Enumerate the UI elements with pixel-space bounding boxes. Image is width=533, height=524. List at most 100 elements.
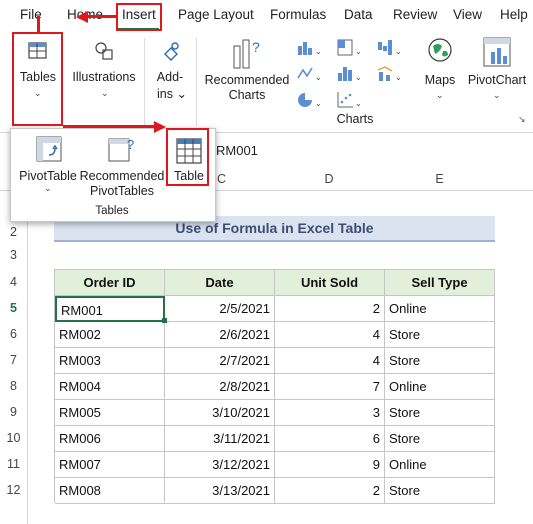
svg-text:?: ? — [252, 39, 260, 55]
table-cell[interactable]: Store — [385, 400, 495, 426]
header-unit-sold[interactable]: Unit Sold — [275, 270, 385, 296]
row-header-12[interactable]: 12 — [0, 477, 27, 503]
addins-label: Add- — [156, 70, 184, 84]
svg-text:⌄: ⌄ — [395, 47, 402, 56]
data-table: Order ID Date Unit Sold Sell Type RM001 … — [54, 269, 495, 504]
recommended-charts-label: Recommended Charts — [204, 73, 290, 102]
table-cell[interactable]: 2 — [275, 296, 385, 322]
recommended-pivottables-button[interactable]: ? Recommended PivotTables — [79, 133, 165, 203]
svg-text:⌄: ⌄ — [355, 99, 362, 108]
table-cell[interactable]: 4 — [275, 348, 385, 374]
pivottable-label: PivotTable — [19, 169, 77, 183]
addins-label-2: ins ⌄ — [157, 87, 187, 101]
waterfall-chart-icon[interactable]: ⌄ — [376, 38, 402, 58]
line-chart-icon[interactable]: ⌄ — [296, 64, 322, 84]
table-cell[interactable]: Online — [385, 374, 495, 400]
column-header-d[interactable]: D — [274, 168, 384, 190]
maps-label: Maps — [424, 73, 456, 87]
table-cell[interactable]: Online — [385, 452, 495, 478]
ribbon: Tables ⌄ Illustrations ⌄ Add- ins ⌄ ? Re… — [0, 32, 533, 133]
chevron-down-icon: ⌄ — [101, 88, 109, 98]
row-header-3[interactable]: 3 — [0, 244, 27, 266]
pivotchart-label: PivotChart — [467, 73, 527, 87]
row-header-2[interactable]: 2 — [0, 222, 27, 242]
globe-icon — [428, 38, 452, 62]
chevron-down-icon: ⌄ — [44, 183, 52, 193]
chevron-down-icon: ⌄ — [436, 90, 444, 100]
table-cell[interactable]: RM007 — [55, 452, 165, 478]
illustrations-button[interactable]: Illustrations ⌄ — [70, 32, 138, 124]
menu-view[interactable]: View — [453, 7, 482, 22]
ribbon-separator — [144, 38, 145, 126]
table-cell[interactable]: Store — [385, 478, 495, 504]
menu-data[interactable]: Data — [344, 7, 373, 22]
table-cell[interactable]: Store — [385, 426, 495, 452]
table-cell[interactable]: 7 — [275, 374, 385, 400]
table-cell[interactable]: 4 — [275, 322, 385, 348]
header-date[interactable]: Date — [165, 270, 275, 296]
table-cell[interactable]: RM002 — [55, 322, 165, 348]
row-header-9[interactable]: 9 — [0, 399, 27, 425]
table-cell[interactable]: 3/12/2021 — [165, 452, 275, 478]
arrow-head-icon — [76, 11, 88, 23]
combo-chart-icon[interactable]: ⌄ — [376, 64, 402, 84]
recommended-charts-button[interactable]: ? Recommended Charts — [202, 32, 292, 124]
table-cell[interactable]: Store — [385, 348, 495, 374]
svg-text:⌄: ⌄ — [355, 73, 362, 82]
shapes-icon — [95, 42, 113, 60]
table-cell[interactable]: RM003 — [55, 348, 165, 374]
pivotchart-icon — [483, 37, 511, 67]
menu-review[interactable]: Review — [393, 7, 437, 22]
row-header-10[interactable]: 10 — [0, 425, 27, 451]
chart-type-grid: ⌄ ⌄ ⌄ ⌄ ⌄ ⌄ ⌄ ⌄ — [296, 38, 406, 118]
table-cell[interactable]: RM004 — [55, 374, 165, 400]
addins-button[interactable]: Add- ins ⌄ — [150, 32, 190, 124]
hierarchy-chart-icon[interactable]: ⌄ — [336, 38, 362, 58]
table-cell[interactable]: 3/10/2021 — [165, 400, 275, 426]
row-header-11[interactable]: 11 — [0, 451, 27, 477]
table-cell[interactable]: 3/11/2021 — [165, 426, 275, 452]
table-cell[interactable]: Store — [385, 322, 495, 348]
menu-page-layout[interactable]: Page Layout — [178, 7, 254, 22]
table-cell[interactable]: 2 — [275, 478, 385, 504]
header-order-id[interactable]: Order ID — [55, 270, 165, 296]
pivottable-button[interactable]: PivotTable ⌄ — [17, 133, 79, 203]
table-cell[interactable]: 3/13/2021 — [165, 478, 275, 504]
scatter-chart-icon[interactable]: ⌄ — [336, 90, 362, 110]
fill-handle[interactable] — [162, 318, 167, 323]
pivotchart-button[interactable]: PivotChart ⌄ — [464, 32, 530, 124]
table-cell[interactable]: 6 — [275, 426, 385, 452]
table-cell[interactable]: RM008 — [55, 478, 165, 504]
header-sell-type[interactable]: Sell Type — [385, 270, 495, 296]
selected-cell[interactable]: RM001 — [55, 296, 165, 322]
menu-formulas[interactable]: Formulas — [270, 7, 326, 22]
table-cell[interactable]: Online — [385, 296, 495, 322]
column-header-e[interactable]: E — [384, 168, 495, 190]
row-header-7[interactable]: 7 — [0, 347, 27, 373]
svg-text:⌄: ⌄ — [355, 47, 362, 56]
row-header-6[interactable]: 6 — [0, 321, 27, 347]
table-cell[interactable]: 2/8/2021 — [165, 374, 275, 400]
table-cell[interactable]: 9 — [275, 452, 385, 478]
table-cell[interactable]: RM006 — [55, 426, 165, 452]
column-chart-icon[interactable]: ⌄ — [296, 38, 322, 58]
illustrations-label: Illustrations — [72, 70, 136, 84]
arrow-head-icon — [154, 121, 166, 133]
pie-chart-icon[interactable]: ⌄ — [296, 90, 322, 110]
row-header-5[interactable]: 5 — [0, 295, 27, 321]
table-cell[interactable]: 2/6/2021 — [165, 322, 275, 348]
table-cell[interactable]: 2/5/2021 — [165, 296, 275, 322]
maps-button[interactable]: Maps ⌄ — [418, 32, 462, 124]
formula-input[interactable]: RM001 — [216, 143, 258, 158]
table-cell[interactable]: RM005 — [55, 400, 165, 426]
table-cell[interactable]: 3 — [275, 400, 385, 426]
table-button-highlight — [166, 128, 209, 186]
row-header-4[interactable]: 4 — [0, 269, 27, 295]
row-header-8[interactable]: 8 — [0, 373, 27, 399]
ribbon-separator — [196, 38, 197, 126]
table-cell[interactable]: 2/7/2021 — [165, 348, 275, 374]
statistic-chart-icon[interactable]: ⌄ — [336, 64, 362, 84]
menu-help[interactable]: Help — [500, 7, 528, 22]
dialog-launcher-icon[interactable]: ↘ — [518, 114, 526, 125]
chevron-down-icon: ⌄ — [493, 90, 501, 100]
